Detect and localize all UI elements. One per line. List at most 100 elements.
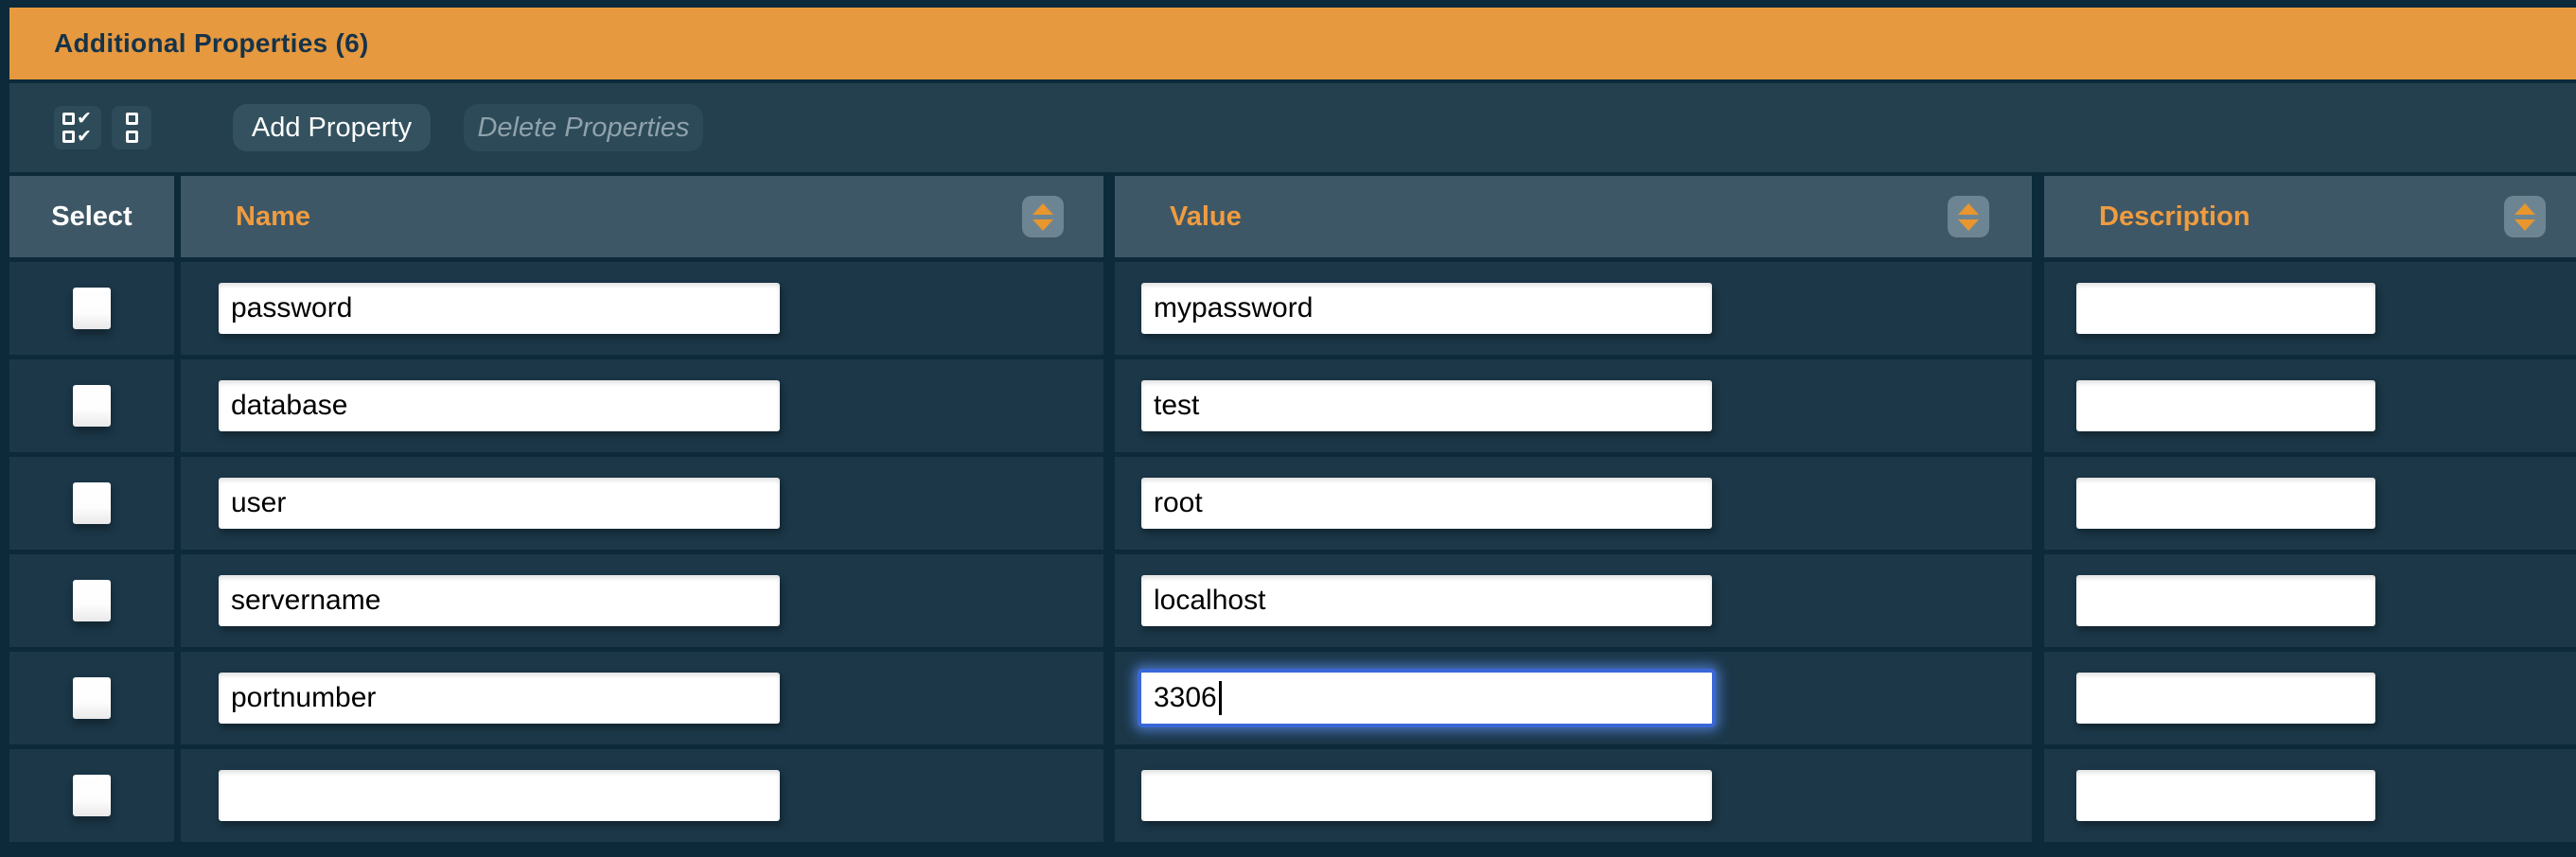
column-divider <box>2032 554 2044 647</box>
name-cell <box>181 457 1103 550</box>
value-cell <box>1115 554 2032 647</box>
table-row <box>9 749 2576 842</box>
column-divider <box>1103 262 1115 355</box>
property-name-input[interactable] <box>219 673 780 724</box>
value-cell: 3306 <box>1115 652 2032 744</box>
property-description-input[interactable] <box>2076 770 2375 821</box>
deselect-all-checkboxes-icon <box>126 112 138 144</box>
table-row <box>9 457 2576 550</box>
column-header-description: Description <box>2044 176 2576 257</box>
property-name-input[interactable] <box>219 478 780 529</box>
description-cell <box>2044 749 2576 842</box>
column-divider <box>174 554 181 647</box>
select-all-button[interactable]: ✔ ✔ <box>54 106 101 149</box>
table-row: 3306 <box>9 652 2576 744</box>
property-name-input[interactable] <box>219 770 780 821</box>
select-cell <box>9 652 174 744</box>
select-cell <box>9 457 174 550</box>
column-divider <box>174 176 181 257</box>
add-property-button[interactable]: Add Property <box>233 104 431 151</box>
row-checkbox[interactable] <box>73 775 111 816</box>
sort-description-button[interactable] <box>2504 196 2546 237</box>
focused-value-text: 3306 <box>1154 682 1217 714</box>
column-label-value: Value <box>1115 201 1242 233</box>
column-label-name: Name <box>181 201 310 233</box>
column-divider <box>2032 652 2044 744</box>
column-divider <box>1103 652 1115 744</box>
additional-properties-panel: Additional Properties (6) ✔ ✔ Add Proper… <box>9 8 2576 842</box>
column-divider <box>1103 176 1115 257</box>
property-name-input[interactable] <box>219 283 780 334</box>
table-row <box>9 359 2576 452</box>
select-cell <box>9 749 174 842</box>
select-cell <box>9 262 174 355</box>
value-cell <box>1115 457 2032 550</box>
column-label-select: Select <box>9 201 174 233</box>
column-divider <box>174 749 181 842</box>
column-divider <box>1103 457 1115 550</box>
row-checkbox[interactable] <box>73 677 111 719</box>
sort-value-button[interactable] <box>1948 196 1989 237</box>
name-cell <box>181 749 1103 842</box>
table-header-row: Select Name Value Description <box>9 176 2576 257</box>
property-value-input[interactable] <box>1141 770 1712 821</box>
row-checkbox[interactable] <box>73 385 111 427</box>
sort-down-icon <box>2514 219 2535 231</box>
description-cell <box>2044 457 2576 550</box>
panel-title-bar: Additional Properties (6) <box>9 8 2576 79</box>
toolbar: ✔ ✔ Add Property Delete Properties <box>9 83 2576 172</box>
column-divider <box>174 359 181 452</box>
property-value-input[interactable] <box>1141 575 1712 626</box>
description-cell <box>2044 652 2576 744</box>
panel-title: Additional Properties (6) <box>54 28 369 59</box>
column-divider <box>2032 457 2044 550</box>
column-header-name: Name <box>181 176 1103 257</box>
table-row <box>9 262 2576 355</box>
row-checkbox[interactable] <box>73 482 111 524</box>
sort-up-icon <box>1958 203 1979 215</box>
row-checkbox[interactable] <box>73 580 111 621</box>
name-cell <box>181 554 1103 647</box>
column-divider <box>1103 359 1115 452</box>
sort-down-icon <box>1958 219 1979 231</box>
column-divider <box>174 652 181 744</box>
deselect-all-button[interactable] <box>112 106 151 149</box>
column-divider <box>174 457 181 550</box>
name-cell <box>181 652 1103 744</box>
property-name-input[interactable] <box>219 575 780 626</box>
property-value-input[interactable]: 3306 <box>1138 669 1716 727</box>
property-value-input[interactable] <box>1141 283 1712 334</box>
select-cell <box>9 554 174 647</box>
property-description-input[interactable] <box>2076 283 2375 334</box>
column-divider <box>2032 359 2044 452</box>
column-label-description: Description <box>2044 201 2250 233</box>
property-value-input[interactable] <box>1141 380 1712 431</box>
property-name-input[interactable] <box>219 380 780 431</box>
delete-properties-button[interactable]: Delete Properties <box>464 104 703 151</box>
property-description-input[interactable] <box>2076 380 2375 431</box>
name-cell <box>181 359 1103 452</box>
column-divider <box>2032 749 2044 842</box>
property-value-input[interactable] <box>1141 478 1712 529</box>
property-description-input[interactable] <box>2076 673 2375 724</box>
sort-down-icon <box>1032 219 1053 231</box>
column-header-value: Value <box>1115 176 2032 257</box>
select-all-checkboxes-icon: ✔ ✔ <box>62 112 92 144</box>
table-row <box>9 554 2576 647</box>
value-cell <box>1115 262 2032 355</box>
sort-up-icon <box>1032 203 1053 215</box>
row-checkbox[interactable] <box>73 288 111 329</box>
sort-name-button[interactable] <box>1022 196 1064 237</box>
text-cursor <box>1219 681 1222 715</box>
description-cell <box>2044 359 2576 452</box>
property-description-input[interactable] <box>2076 575 2375 626</box>
name-cell <box>181 262 1103 355</box>
column-divider <box>1103 554 1115 647</box>
column-divider <box>1103 749 1115 842</box>
column-divider <box>2032 176 2044 257</box>
value-cell <box>1115 359 2032 452</box>
property-description-input[interactable] <box>2076 478 2375 529</box>
table-body: 3306 <box>9 262 2576 842</box>
value-cell <box>1115 749 2032 842</box>
description-cell <box>2044 262 2576 355</box>
